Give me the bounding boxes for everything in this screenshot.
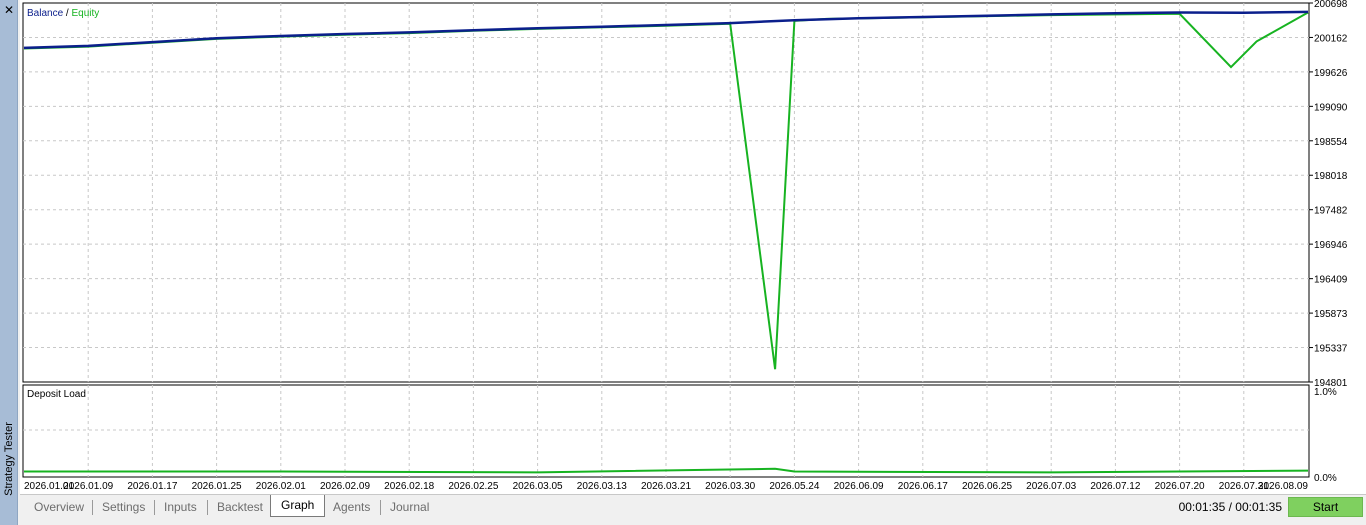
deposit-load-title: Deposit Load [27, 389, 86, 400]
x-tick-label: 2026.05.24 [769, 481, 819, 492]
x-tick-label: 2026.06.17 [898, 481, 948, 492]
deposit-tick-bottom: 0.0% [1314, 473, 1337, 484]
elapsed-timer: 00:01:35 / 00:01:35 [1178, 500, 1282, 514]
y-tick-label: 198018 [1314, 171, 1348, 182]
x-tick-label: 2026.03.13 [577, 481, 627, 492]
y-tick-label: 197482 [1314, 206, 1348, 217]
x-tick-label: 2026.07.20 [1155, 481, 1205, 492]
tab-agents[interactable]: Agents [323, 497, 380, 519]
y-axis-ticks: 200698 200162 199626 199090 198554 198018 1974… [1309, 0, 1348, 389]
tab-settings[interactable]: Settings [92, 497, 155, 519]
tab-backtest[interactable]: Backtest [207, 497, 273, 519]
side-panel-bar: ✕ Strategy Tester [0, 0, 18, 525]
panel-title: Strategy Tester [3, 422, 15, 496]
tester-tab-bar: Overview Settings Inputs Backtest Graph … [20, 494, 1366, 525]
y-tick-label: 196409 [1314, 275, 1348, 286]
x-tick-label: 2026.01.09 [63, 481, 113, 492]
x-tick-label: 2026.02.25 [448, 481, 498, 492]
x-tick-label: 2026.01.25 [192, 481, 242, 492]
graph-canvas: 200698 200162 199626 199090 198554 198018 1974… [22, 0, 1348, 492]
panel-title-container: Strategy Tester [0, 399, 18, 519]
x-tick-label: 2026.02.09 [320, 481, 370, 492]
x-tick-label: 2026.03.21 [641, 481, 691, 492]
x-tick-label: 2026.03.30 [705, 481, 755, 492]
x-tick-label: 2026.08.09 [1258, 481, 1308, 492]
tab-journal[interactable]: Journal [380, 497, 439, 519]
legend: Balance / Equity [27, 8, 99, 19]
x-tick-label: 2026.01.17 [127, 481, 177, 492]
y-tick-label: 200698 [1314, 0, 1348, 10]
tab-overview[interactable]: Overview [24, 497, 94, 519]
x-tick-label: 2026.06.25 [962, 481, 1012, 492]
tester-graph: 200698 200162 199626 199090 198554 198018 1974… [20, 0, 1366, 494]
legend-equity-label: Equity [71, 8, 99, 19]
y-tick-label: 200162 [1314, 33, 1348, 44]
x-tick-label: 2026.07.03 [1026, 481, 1076, 492]
close-icon[interactable]: ✕ [1, 2, 17, 18]
deposit-tick-top: 1.0% [1314, 387, 1337, 398]
x-tick-label: 2026.02.01 [256, 481, 306, 492]
tab-graph[interactable]: Graph [270, 495, 326, 517]
y-tick-label: 199090 [1314, 102, 1348, 113]
x-tick-label: 2026.02.18 [384, 481, 434, 492]
start-button[interactable]: Start [1288, 497, 1363, 517]
y-tick-label: 196946 [1314, 240, 1348, 251]
y-tick-label: 199626 [1314, 68, 1348, 79]
x-tick-label: 2026.06.09 [834, 481, 884, 492]
y-tick-label: 195873 [1314, 309, 1348, 320]
tab-inputs[interactable]: Inputs [154, 497, 207, 519]
x-tick-label: 2026.03.05 [513, 481, 563, 492]
legend-balance-label: Balance [27, 8, 64, 19]
legend-separator: / [63, 8, 71, 19]
y-tick-label: 195337 [1314, 344, 1348, 355]
x-axis-ticks: 2026.01.012026.01.09 2026.01.17 2026.01.25… [24, 481, 1308, 492]
y-tick-label: 198554 [1314, 137, 1348, 148]
x-tick-label: 2026.07.12 [1090, 481, 1140, 492]
